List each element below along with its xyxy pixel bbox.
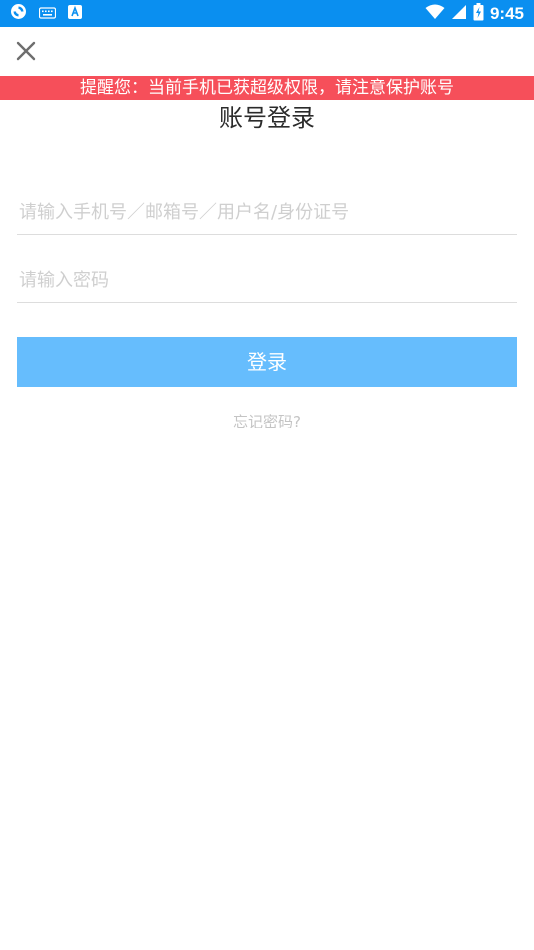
login-button[interactable]: 登录 bbox=[17, 337, 517, 387]
root-warning-banner: 提醒您：当前手机已获超级权限，请注意保护账号 bbox=[0, 76, 534, 100]
status-bar-notification-icons bbox=[10, 3, 82, 24]
app-a-icon bbox=[68, 4, 82, 23]
status-bar: 9:45 bbox=[0, 0, 534, 27]
page-title: 账号登录 bbox=[219, 104, 315, 132]
password-input[interactable] bbox=[17, 259, 517, 303]
forgot-password-link[interactable]: 忘记密码? bbox=[0, 411, 534, 428]
close-button[interactable] bbox=[12, 37, 40, 65]
sync-icon bbox=[10, 3, 27, 24]
wifi-icon bbox=[425, 4, 445, 24]
cellular-signal-icon bbox=[451, 4, 467, 24]
close-icon bbox=[16, 41, 36, 61]
account-input[interactable] bbox=[17, 191, 517, 235]
status-bar-system-icons: 9:45 bbox=[425, 2, 524, 25]
battery-charging-icon bbox=[473, 2, 484, 25]
status-bar-time: 9:45 bbox=[489, 3, 524, 23]
keyboard-icon bbox=[38, 4, 57, 23]
